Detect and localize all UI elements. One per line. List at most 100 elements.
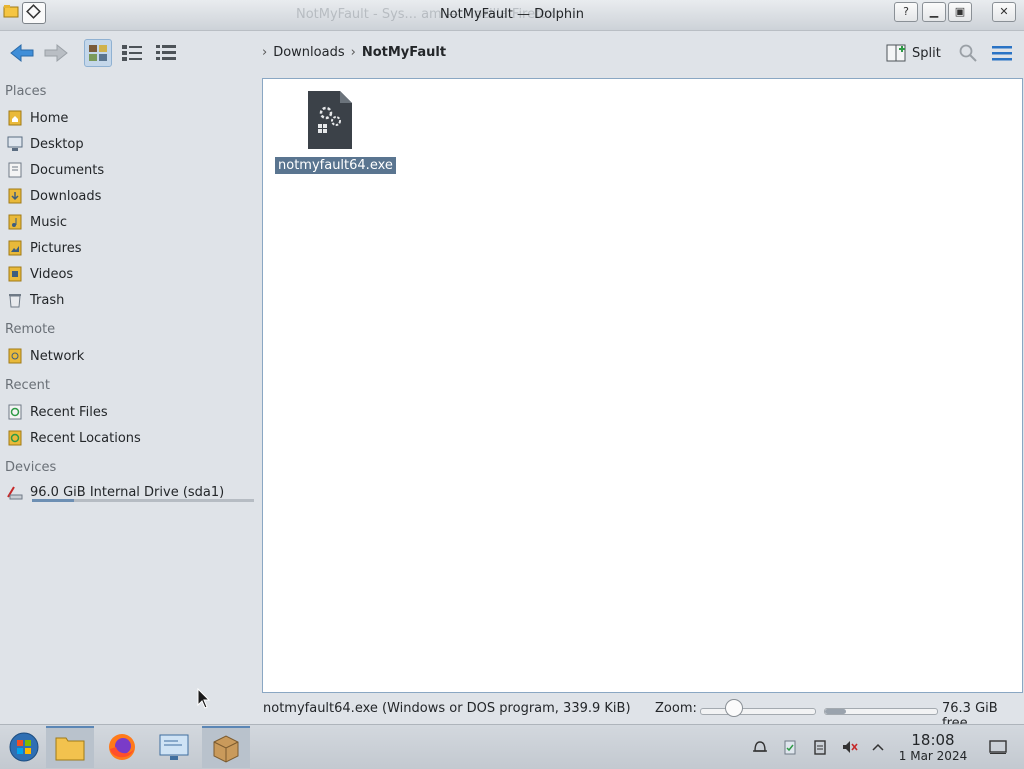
breadcrumb-item-downloads[interactable]: Downloads <box>273 45 344 60</box>
breadcrumb: › Downloads › NotMyFault <box>262 45 446 60</box>
executable-file-icon <box>308 91 352 149</box>
free-space-bar <box>824 708 938 715</box>
remote-header: Remote <box>5 322 56 337</box>
sidebar-item-home[interactable]: Home <box>6 107 68 129</box>
zoom-slider[interactable] <box>700 708 816 715</box>
minimize-button[interactable]: ▁ <box>922 2 946 22</box>
downloads-folder-icon <box>8 188 22 204</box>
expand-tray-icon <box>872 743 884 751</box>
breadcrumb-separator-icon[interactable]: › <box>262 45 267 60</box>
split-view-icon <box>886 44 906 62</box>
back-button[interactable] <box>8 39 36 67</box>
notifications-icon <box>753 741 767 752</box>
sidebar-item-documents[interactable]: Documents <box>6 159 104 181</box>
updates-button[interactable] <box>780 737 800 757</box>
drive-usage-fill <box>32 499 75 502</box>
sidebar-item-music[interactable]: Music <box>6 211 67 233</box>
file-item[interactable]: notmyfault64.exe <box>275 91 396 174</box>
status-text: notmyfault64.exe (Windows or DOS program… <box>263 701 631 716</box>
package-archive-icon <box>213 735 239 763</box>
taskbar-system-monitor[interactable] <box>150 726 198 768</box>
sidebar-item-label: Desktop <box>30 136 84 152</box>
sidebar-item-label: 96.0 GiB Internal Drive (sda1) <box>30 484 225 500</box>
sidebar-item-pictures[interactable]: Pictures <box>6 237 81 259</box>
title-bar: NotMyFault - Sys... am — Mozilla Firefox… <box>0 0 1024 31</box>
taskbar-package-archive[interactable] <box>202 726 250 768</box>
sidebar-item-label: Music <box>30 214 67 230</box>
show-desktop-button[interactable] <box>988 737 1008 757</box>
application-launcher-icon <box>9 732 39 762</box>
taskbar-file-manager[interactable] <box>46 726 94 768</box>
expand-tray-button[interactable] <box>868 737 888 757</box>
hamburger-menu-button[interactable] <box>988 39 1016 67</box>
file-manager-icon <box>55 737 85 761</box>
icons-view-button[interactable] <box>84 39 112 67</box>
breadcrumb-item-current[interactable]: NotMyFault <box>362 45 446 60</box>
search-icon <box>959 44 977 62</box>
digital-clock[interactable]: 18:08 1 Mar 2024 <box>896 731 970 764</box>
hard-drive-icon <box>7 486 23 500</box>
notifications-button[interactable] <box>750 737 770 757</box>
zoom-label: Zoom: <box>655 701 697 716</box>
toolbar: › Downloads › NotMyFault Split <box>0 31 1024 77</box>
sidebar-item-desktop[interactable]: Desktop <box>6 133 84 155</box>
free-space-fill <box>825 709 847 714</box>
sidebar-item-videos[interactable]: Videos <box>6 263 73 285</box>
maximize-button[interactable]: ▣ <box>948 2 972 22</box>
go-back-icon <box>10 43 34 63</box>
sidebar-item-label: Home <box>30 110 69 126</box>
clipboard-updates-icon <box>784 740 796 755</box>
home-folder-icon <box>8 110 22 126</box>
go-forward-icon <box>44 43 68 63</box>
breadcrumb-separator-icon[interactable]: › <box>351 45 356 60</box>
sidebar-item-label: Recent Files <box>30 404 108 420</box>
search-button[interactable] <box>954 39 982 67</box>
network-folder-icon <box>8 348 22 364</box>
application-launcher-button[interactable] <box>0 726 48 768</box>
sidebar-item-network[interactable]: Network <box>6 345 84 367</box>
hamburger-menu-icon <box>992 46 1012 61</box>
split-label: Split <box>912 45 941 61</box>
file-view[interactable]: notmyfault64.exe <box>262 78 1023 693</box>
sidebar-item-label: Documents <box>30 162 105 178</box>
clipboard-icon <box>814 740 826 755</box>
status-bar: notmyfault64.exe (Windows or DOS program… <box>262 696 1024 731</box>
trash-icon <box>9 294 21 308</box>
taskbar-firefox[interactable] <box>98 726 146 768</box>
split-button[interactable]: Split <box>886 43 941 63</box>
sidebar-item-label: Trash <box>30 292 65 308</box>
places-header: Places <box>5 84 47 99</box>
firefox-icon <box>109 734 135 760</box>
places-panel: Places Home Desktop Documents Downloads … <box>0 78 260 722</box>
recent-files-icon <box>8 404 22 420</box>
sidebar-item-label: Downloads <box>30 188 102 204</box>
volume-button[interactable] <box>840 737 860 757</box>
details-view-button[interactable] <box>152 39 180 67</box>
zoom-slider-handle[interactable] <box>724 699 743 717</box>
details-view-icon <box>156 45 176 60</box>
show-desktop-icon <box>989 740 1007 754</box>
sidebar-item-trash[interactable]: Trash <box>6 289 64 311</box>
music-folder-icon <box>8 214 22 230</box>
recent-header: Recent <box>5 378 50 393</box>
sidebar-item-label: Recent Locations <box>30 430 141 446</box>
compact-view-button[interactable] <box>118 39 146 67</box>
clock-time: 18:08 <box>911 731 955 749</box>
sidebar-item-recent-locations[interactable]: Recent Locations <box>6 427 141 449</box>
help-button[interactable]: ? <box>894 2 918 22</box>
close-button[interactable]: ✕ <box>992 2 1016 22</box>
mouse-cursor-icon <box>197 688 211 709</box>
drive-usage-bar <box>32 499 254 502</box>
sidebar-item-downloads[interactable]: Downloads <box>6 185 101 207</box>
sidebar-item-label: Videos <box>30 266 74 282</box>
system-monitor-icon <box>159 734 189 760</box>
sidebar-item-recent-files[interactable]: Recent Files <box>6 401 108 423</box>
documents-folder-icon <box>8 162 22 178</box>
devices-header: Devices <box>5 460 57 475</box>
volume-muted-icon <box>843 741 858 753</box>
icons-view-icon <box>89 45 107 61</box>
compact-view-icon <box>122 45 142 61</box>
clipboard-button[interactable] <box>810 737 830 757</box>
pictures-folder-icon <box>8 240 22 256</box>
forward-button[interactable] <box>42 39 70 67</box>
